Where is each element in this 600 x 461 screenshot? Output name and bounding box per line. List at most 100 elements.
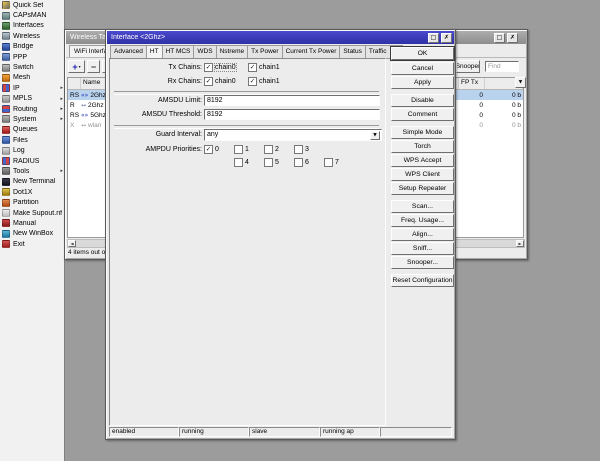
sidebar-item-interfaces[interactable]: Interfaces (0, 21, 64, 31)
tab-status[interactable]: Status (340, 45, 366, 59)
sidebar-item-make-supout[interactable]: Make Supout.rif (0, 208, 64, 218)
sidebar-item-system[interactable]: System ▸ (0, 114, 64, 124)
checkbox-icon[interactable] (264, 158, 273, 167)
tx-chain1-checkbox[interactable]: ✓ chain1 (248, 63, 280, 72)
wps-accept-button[interactable]: WPS Accept (391, 154, 454, 167)
reset-configuration-button[interactable]: Reset Configuration (391, 274, 454, 287)
checkbox-icon[interactable] (234, 158, 243, 167)
restore-icon[interactable]: □ (494, 32, 505, 43)
scan-button[interactable]: Scan... (391, 200, 454, 213)
tab-current-tx-power[interactable]: Current Tx Power (282, 45, 341, 59)
remove-interface-button[interactable]: − (87, 60, 100, 73)
sidebar-item-tools[interactable]: Tools ▸ (0, 166, 64, 176)
status-empty (380, 427, 452, 437)
flags-column-header[interactable] (68, 78, 81, 89)
sidebar-item-queues[interactable]: Queues (0, 125, 64, 135)
sidebar-item-ppp[interactable]: PPP (0, 52, 64, 62)
scroll-left-icon[interactable]: ◄ (68, 240, 76, 247)
wps-client-button[interactable]: WPS Client (391, 168, 454, 181)
sidebar-item-quick-set[interactable]: Quick Set (0, 0, 64, 10)
column-chooser-icon[interactable]: ▼ (515, 77, 526, 88)
sidebar-item-mpls[interactable]: MPLS ▸ (0, 94, 64, 104)
checkbox-icon[interactable]: ✓ (248, 77, 257, 86)
sidebar-item-routing[interactable]: Routing ▸ (0, 104, 64, 114)
tab-nstreme[interactable]: Nstreme (216, 45, 249, 59)
fp-tx-column-header[interactable]: FP Tx (459, 78, 485, 89)
sidebar-item-new-winbox[interactable]: New WinBox (0, 229, 64, 239)
snooper-button[interactable]: Snooper... (391, 256, 454, 269)
checkbox-icon[interactable] (264, 145, 273, 154)
sidebar-item-files[interactable]: Files (0, 135, 64, 145)
rx-chain1-checkbox[interactable]: ✓ chain1 (248, 77, 280, 86)
setup-repeater-button[interactable]: Setup Repeater (391, 182, 454, 195)
find-input[interactable] (485, 61, 519, 72)
ampdu-priority-0-checkbox[interactable]: ✓ 0 (204, 145, 219, 154)
dialog-titlebar[interactable]: Interface <2Ghz> □ ✗ (107, 31, 454, 44)
sidebar-item-new-terminal[interactable]: New Terminal (0, 177, 64, 187)
tab-ht-mcs[interactable]: HT MCS (162, 45, 195, 59)
sidebar-item-switch[interactable]: Switch (0, 62, 64, 72)
checkbox-icon[interactable]: ✓ (248, 63, 257, 72)
wrench-icon (2, 167, 10, 176)
ampdu-priority-5-checkbox[interactable]: 5 (264, 158, 279, 167)
sidebar-item-wireless[interactable]: Wireless (0, 31, 64, 41)
guard-interval-select[interactable]: any ▼ (204, 129, 382, 141)
checkbox-icon[interactable] (294, 145, 303, 154)
scroll-right-icon[interactable]: ► (516, 240, 524, 247)
restore-icon[interactable]: □ (428, 32, 439, 43)
amsdu-limit-input[interactable] (204, 95, 380, 106)
sidebar-item-partition[interactable]: Partition (0, 197, 64, 207)
tab-wds[interactable]: WDS (194, 45, 217, 59)
plus-icon: + (72, 61, 78, 72)
cancel-button[interactable]: Cancel (391, 62, 454, 75)
torch-button[interactable]: Torch (391, 140, 454, 153)
ampdu-priorities-row1: AMPDU Priorities: ✓ 0 1 2 3 (106, 144, 385, 156)
ampdu-priority-2-checkbox[interactable]: 2 (264, 145, 279, 154)
rx-chain0-checkbox[interactable]: ✓ chain0 (204, 77, 236, 86)
interface-2ghz-dialog: Interface <2Ghz> □ ✗ Advanced HT HT MCS … (105, 29, 456, 440)
snooper-button[interactable]: Snooper (456, 60, 480, 73)
add-interface-button[interactable]: + ▾ (68, 60, 85, 73)
tab-ht[interactable]: HT (146, 45, 163, 59)
dropdown-arrow-icon[interactable]: ▼ (370, 131, 380, 140)
ampdu-priority-7-checkbox[interactable]: 7 (324, 158, 339, 167)
status-running-ap: running ap (320, 427, 380, 437)
disable-button[interactable]: Disable (391, 94, 454, 107)
amsdu-threshold-input[interactable] (204, 109, 380, 120)
apply-button[interactable]: Apply (391, 76, 454, 89)
checkbox-icon[interactable] (234, 145, 243, 154)
comment-button[interactable]: Comment (391, 108, 454, 121)
sidebar-item-dot1x[interactable]: Dot1X (0, 187, 64, 197)
ampdu-priority-3-checkbox[interactable]: 3 (294, 145, 309, 154)
ok-button[interactable]: OK (391, 47, 454, 60)
sniff-button[interactable]: Sniff... (391, 242, 454, 255)
ampdu-priority-4-checkbox[interactable]: 4 (234, 158, 249, 167)
ampdu-priority-6-checkbox[interactable]: 6 (294, 158, 309, 167)
sidebar-item-manual[interactable]: Manual (0, 218, 64, 228)
close-icon[interactable]: ✗ (441, 32, 452, 43)
tab-traffic[interactable]: Traffic (365, 45, 391, 59)
freq-usage-button[interactable]: Freq. Usage... (391, 214, 454, 227)
sidebar-item-ip[interactable]: IP ▸ (0, 83, 64, 93)
ampdu-priority-1-checkbox[interactable]: 1 (234, 145, 249, 154)
window-icon (2, 229, 10, 238)
virtual-interface-icon: ↔ (81, 101, 87, 109)
align-button[interactable]: Align... (391, 228, 454, 241)
checkbox-icon[interactable]: ✓ (204, 145, 213, 154)
checkbox-icon[interactable] (294, 158, 303, 167)
sidebar-item-log[interactable]: Log (0, 145, 64, 155)
tx-chain0-checkbox[interactable]: ✓ chain0 (204, 63, 237, 72)
close-icon[interactable]: ✗ (507, 32, 518, 43)
tab-advanced[interactable]: Advanced (110, 45, 147, 59)
checkbox-icon[interactable]: ✓ (204, 63, 213, 72)
checkbox-icon[interactable]: ✓ (204, 77, 213, 86)
simple-mode-button[interactable]: Simple Mode (391, 126, 454, 139)
checkbox-icon[interactable] (324, 158, 333, 167)
sidebar-item-exit[interactable]: Exit (0, 239, 64, 249)
sidebar-item-capsman[interactable]: CAPsMAN (0, 10, 64, 20)
tab-tx-power[interactable]: Tx Power (248, 45, 283, 59)
sidebar-item-bridge[interactable]: Bridge (0, 42, 64, 52)
sidebar-item-radius[interactable]: RADIUS (0, 156, 64, 166)
sidebar-item-mesh[interactable]: Mesh (0, 73, 64, 83)
ip-icon (2, 84, 10, 93)
